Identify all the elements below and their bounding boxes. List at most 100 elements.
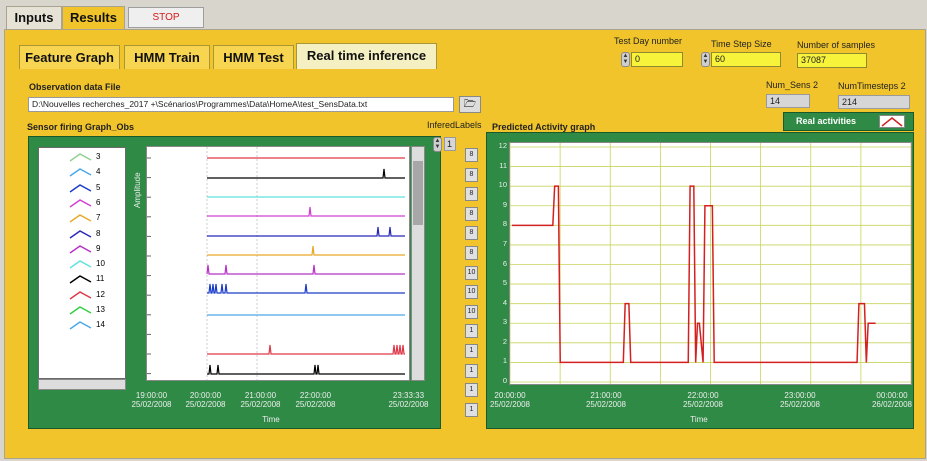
tick-time: 22:00:00 <box>299 391 332 400</box>
legend-item-12: 12 <box>39 289 127 300</box>
legend-number: 7 <box>96 213 101 223</box>
activity-ytick-label: 6 <box>502 258 507 268</box>
scroll-thumb[interactable] <box>413 161 423 225</box>
infered-label-cell: 10 <box>465 265 478 280</box>
num-timesteps-label: NumTimesteps 2 <box>838 81 906 91</box>
sensor-xtick-label: 22:00:00 25/02/2008 <box>288 391 343 409</box>
tick-date: 25/02/2008 <box>185 400 226 409</box>
legend-line-icon <box>69 275 92 284</box>
infered-index-spinner[interactable]: ▲ ▼ <box>433 137 442 152</box>
tab-feature-graph[interactable]: Feature Graph <box>19 45 120 69</box>
num-samples-label: Number of samples <box>797 40 876 50</box>
infered-label-cell: 1 <box>465 383 478 398</box>
tick-time: 19:00:00 <box>135 391 168 400</box>
tick-time: 23:33:33 <box>392 391 425 400</box>
activity-xtick-label: 00:00:00 26/02/2008 <box>866 391 918 409</box>
legend-item-9: 9 <box>39 243 127 254</box>
legend-swatch <box>879 115 905 128</box>
legend-item-14: 14 <box>39 319 127 330</box>
activity-ytick-label: 0 <box>502 376 507 385</box>
num-timesteps-value: 214 <box>838 95 910 109</box>
sensor-xtick-label: 19:00:00 25/02/2008 <box>124 391 179 409</box>
tab-hmm-train[interactable]: HMM Train <box>124 45 210 69</box>
sensor-vertical-scrollbar[interactable] <box>411 146 425 381</box>
sensor-xtick-label: 21:00:00 25/02/2008 <box>233 391 288 409</box>
infered-label-cell: 8 <box>465 246 478 260</box>
time-step-spinner[interactable]: ▲ ▼ <box>701 52 710 67</box>
sensor-ylabel: Amplitude <box>133 172 142 208</box>
legend-item-7: 7 <box>39 212 127 223</box>
infered-label-cell: 1 <box>465 324 478 339</box>
activity-ytick-label: 4 <box>502 297 507 307</box>
legend-item-11: 11 <box>39 273 127 284</box>
activity-ytick-label: 1 <box>502 356 507 366</box>
tick-time: 20:00:00 <box>494 391 526 400</box>
sensor-plot-svg <box>147 147 405 380</box>
tab-real-time-inference[interactable]: Real time inference <box>296 43 437 69</box>
file-path-text: D:\Nouvelles recherches_2017 +\Scénarios… <box>32 99 368 109</box>
tick-time: 22:00:00 <box>687 391 719 400</box>
infered-label-cell: 8 <box>465 206 478 221</box>
sensor-trace-1 <box>207 168 405 179</box>
sensor-xtick-label: 20:00:00 25/02/2008 <box>178 391 233 409</box>
sensor-trace-3 <box>207 206 405 217</box>
legend-line-icon <box>69 244 92 254</box>
activity-ytick-label: 8 <box>502 219 507 229</box>
tick-date: 25/02/2008 <box>779 400 821 409</box>
sensor-trace-9 <box>207 344 405 355</box>
observation-file-label: Observation data File <box>29 82 121 92</box>
activity-ytick-label: 5 <box>502 278 507 288</box>
browse-folder-button[interactable]: 🗁 <box>459 96 481 113</box>
tab-hmm-test[interactable]: HMM Test <box>213 45 294 69</box>
infered-label-cell: 10 <box>465 285 478 300</box>
test-day-label: Test Day number <box>614 36 683 46</box>
legend-number: 11 <box>96 274 105 284</box>
stop-button[interactable]: STOP <box>128 7 204 28</box>
infered-label-cell: 1 <box>465 402 478 417</box>
observation-file-path[interactable]: D:\Nouvelles recherches_2017 +\Scénarios… <box>28 97 454 112</box>
sensor-legend: 3 4 5 6 7 8 9 10 11 12 13 14 <box>38 147 126 379</box>
sensor-graph-title: Sensor firing Graph_Obs <box>27 122 135 132</box>
test-day-input[interactable]: 0 <box>631 52 683 67</box>
real-activities-legend: Real activities <box>783 112 914 131</box>
time-step-label: Time Step Size <box>711 39 772 49</box>
legend-number: 8 <box>96 228 101 238</box>
sensor-trace-6 <box>206 264 405 275</box>
tick-date: 25/02/2008 <box>388 400 429 409</box>
tab-results[interactable]: Results <box>62 6 125 31</box>
tick-time: 23:00:00 <box>784 391 816 400</box>
activity-ytick-label: 10 <box>498 180 507 190</box>
infered-label-cell: 8 <box>465 167 478 182</box>
tick-date: 25/02/2008 <box>131 400 172 409</box>
legend-line-icon <box>69 214 92 223</box>
legend-item-8: 8 <box>39 228 127 239</box>
legend-scrollbar[interactable] <box>38 379 126 390</box>
legend-number: 10 <box>96 259 105 269</box>
legend-line-icon <box>69 306 92 315</box>
activity-xtick-label: 23:00:00 25/02/2008 <box>774 391 826 409</box>
sensor-trace-10 <box>207 364 405 375</box>
time-step-input[interactable]: 60 <box>711 52 781 67</box>
tick-date: 25/02/2008 <box>489 400 531 409</box>
infered-index-value[interactable]: 1 <box>444 137 456 151</box>
activity-ytick-label: 12 <box>498 141 507 150</box>
infered-label-cell: 8 <box>465 226 478 241</box>
activity-ytick-label: 3 <box>502 317 507 327</box>
legend-number: 4 <box>96 167 101 177</box>
sensor-xtick-label: 23:33:33 25/02/2008 <box>381 391 436 409</box>
legend-item-10: 10 <box>39 258 127 269</box>
test-day-spinner[interactable]: ▲ ▼ <box>621 52 630 67</box>
legend-line-icon <box>69 290 92 300</box>
legend-item-5: 5 <box>39 182 127 193</box>
activity-ytick-label: 11 <box>499 160 507 170</box>
sensor-trace-4 <box>207 226 405 237</box>
tick-date: 25/02/2008 <box>682 400 724 409</box>
legend-label: Real activities <box>796 116 857 126</box>
legend-line-icon <box>69 229 92 239</box>
legend-line-icon <box>69 321 92 330</box>
infered-label-cell: 1 <box>465 363 478 378</box>
folder-icon: 🗁 <box>463 99 477 110</box>
tab-inputs[interactable]: Inputs <box>6 6 62 29</box>
legend-item-13: 13 <box>39 304 127 315</box>
legend-number: 5 <box>96 182 101 192</box>
